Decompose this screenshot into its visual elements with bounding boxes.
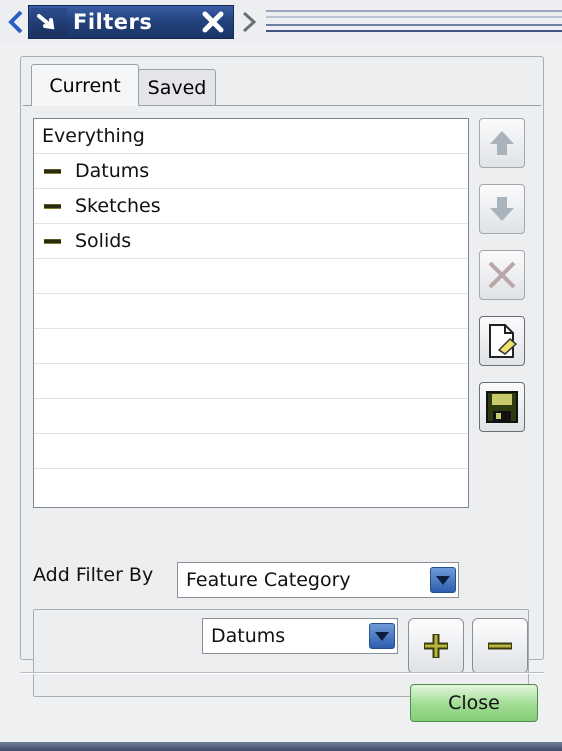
bottom-border bbox=[0, 742, 562, 751]
arrow-up-icon bbox=[490, 131, 514, 155]
chevron-down-icon[interactable] bbox=[369, 623, 395, 649]
list-item[interactable]: Datums bbox=[34, 154, 468, 189]
window-title: Filters bbox=[73, 10, 153, 34]
list-item-label: Sketches bbox=[75, 195, 161, 217]
new-document-icon bbox=[489, 324, 518, 358]
list-item[interactable]: Everything bbox=[34, 119, 468, 154]
filters-panel: Current Saved Everything Datums Sketches… bbox=[20, 56, 544, 697]
save-disk-icon bbox=[486, 391, 518, 423]
tab-label: Current bbox=[49, 74, 121, 97]
move-up-button[interactable] bbox=[479, 118, 525, 168]
expand-right-button[interactable] bbox=[238, 5, 260, 39]
delete-x-icon bbox=[488, 261, 516, 289]
dash-icon bbox=[44, 238, 61, 244]
list-item[interactable]: Solids bbox=[34, 224, 468, 259]
tab-content-current: Everything Datums Sketches Solids Add Fi… bbox=[23, 105, 541, 697]
dash-icon bbox=[44, 168, 61, 174]
title-block[interactable]: Filters bbox=[28, 5, 234, 39]
tab-saved[interactable]: Saved bbox=[138, 69, 216, 106]
title-bar: Filters bbox=[0, 0, 562, 44]
add-filter-button[interactable] bbox=[408, 618, 464, 674]
plus-icon bbox=[424, 634, 448, 658]
filter-value-select[interactable]: Datums bbox=[202, 618, 398, 654]
filter-list[interactable]: Everything Datums Sketches Solids bbox=[33, 118, 469, 508]
list-item-empty bbox=[34, 329, 468, 364]
divider bbox=[20, 672, 544, 674]
list-item[interactable]: Sketches bbox=[34, 189, 468, 224]
chevron-down-icon[interactable] bbox=[430, 567, 456, 593]
list-item-empty bbox=[34, 294, 468, 329]
list-item-label: Solids bbox=[75, 230, 132, 252]
list-item-label: Everything bbox=[42, 125, 145, 147]
dash-icon bbox=[44, 203, 61, 209]
list-item-empty bbox=[34, 364, 468, 399]
filter-category-select[interactable]: Feature Category bbox=[177, 562, 459, 598]
list-item-empty bbox=[34, 259, 468, 294]
remove-button[interactable] bbox=[479, 250, 525, 300]
list-item-empty bbox=[34, 434, 468, 469]
title-decoration bbox=[266, 8, 562, 36]
chevron-right-icon bbox=[242, 11, 257, 33]
collapse-left-button[interactable] bbox=[6, 5, 26, 39]
new-filter-button[interactable] bbox=[479, 316, 525, 366]
move-down-button[interactable] bbox=[479, 184, 525, 234]
remove-filter-button[interactable] bbox=[472, 618, 528, 674]
tab-current[interactable]: Current bbox=[31, 64, 139, 106]
list-item-label: Datums bbox=[75, 160, 150, 182]
list-item-empty bbox=[34, 399, 468, 434]
drag-arrow-icon[interactable] bbox=[31, 8, 67, 36]
tab-label: Saved bbox=[147, 77, 207, 99]
select-value: Feature Category bbox=[186, 569, 351, 591]
select-value: Datums bbox=[211, 625, 286, 647]
close-icon[interactable] bbox=[195, 8, 231, 36]
save-filter-button[interactable] bbox=[479, 382, 525, 432]
chevron-left-icon bbox=[8, 10, 23, 34]
arrow-down-icon bbox=[490, 197, 514, 221]
close-button-label: Close bbox=[448, 692, 500, 714]
close-button[interactable]: Close bbox=[410, 684, 538, 722]
add-filter-label: Add Filter By bbox=[33, 564, 154, 586]
minus-icon bbox=[488, 642, 512, 650]
